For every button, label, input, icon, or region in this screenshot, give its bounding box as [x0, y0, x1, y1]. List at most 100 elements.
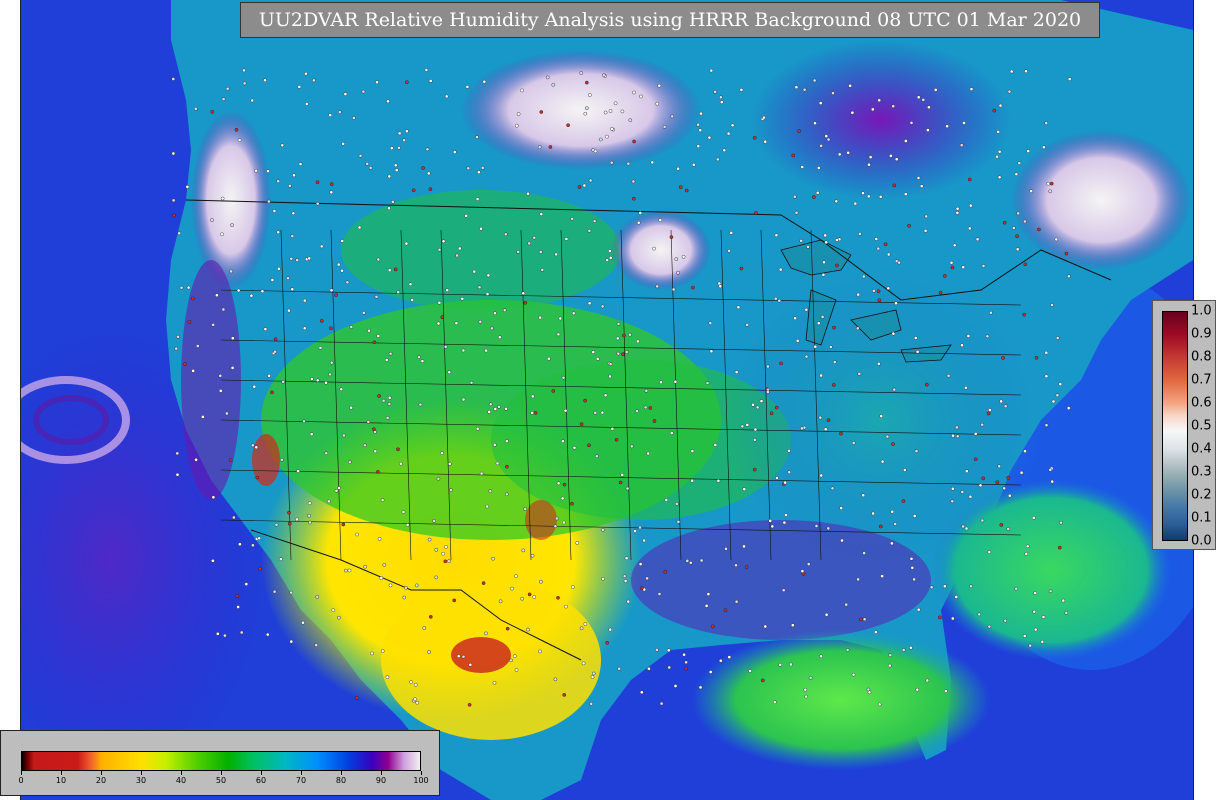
station-dot — [745, 423, 750, 427]
station-dot — [960, 343, 964, 348]
station-dot — [505, 626, 510, 631]
station-dot — [191, 369, 195, 373]
station-dot — [610, 127, 614, 131]
station-dot — [826, 418, 831, 423]
station-dot — [171, 77, 176, 81]
station-dot — [251, 543, 255, 548]
station-dot — [428, 79, 433, 83]
station-dot — [379, 576, 384, 580]
station-dot — [969, 203, 973, 208]
station-dot — [562, 482, 567, 487]
increment-tick-label: 0.3 — [1191, 464, 1212, 480]
station-dot — [255, 475, 260, 480]
station-dot — [845, 648, 850, 652]
increment-tick-label: 0.1 — [1191, 510, 1212, 526]
station-dot — [312, 78, 316, 83]
station-dot — [295, 258, 300, 262]
station-dot — [1012, 226, 1016, 230]
station-dot — [851, 672, 856, 677]
station-dot — [817, 166, 821, 170]
station-dot — [909, 121, 914, 125]
station-dot — [1055, 336, 1060, 340]
station-dot — [556, 596, 560, 600]
station-dot — [684, 660, 688, 665]
station-dot — [380, 649, 385, 653]
station-dot — [327, 499, 331, 504]
station-dot — [635, 409, 639, 413]
station-dot — [1006, 527, 1011, 531]
station-dot — [951, 486, 955, 491]
station-dot — [739, 266, 744, 271]
station-dot — [440, 315, 445, 320]
station-dot — [176, 334, 180, 339]
station-dot — [347, 460, 352, 465]
station-dot — [1022, 634, 1027, 638]
station-dot — [334, 293, 338, 297]
station-dot — [441, 551, 446, 556]
station-dot — [397, 131, 402, 136]
station-dot — [987, 624, 992, 629]
station-dot — [477, 285, 482, 290]
station-dot — [689, 561, 693, 565]
station-dot — [946, 373, 951, 378]
station-dot — [1025, 544, 1030, 549]
station-dot — [674, 257, 679, 261]
station-dot — [789, 662, 793, 667]
station-dot — [727, 249, 731, 253]
station-dot — [848, 84, 852, 88]
station-dot — [709, 68, 714, 73]
station-dot — [436, 321, 441, 326]
station-dot — [315, 180, 320, 185]
station-dot — [613, 101, 618, 106]
station-dot — [315, 595, 320, 599]
station-dot — [341, 141, 345, 146]
station-dot — [171, 151, 176, 156]
increment-tick-label: 0.6 — [1191, 395, 1212, 411]
station-dot — [952, 243, 957, 248]
station-dot — [509, 658, 513, 663]
station-dot — [492, 443, 497, 447]
station-dot — [443, 344, 448, 349]
station-dot — [744, 565, 749, 569]
station-dot — [893, 522, 898, 526]
station-dot — [579, 71, 584, 75]
station-dot — [664, 498, 669, 502]
station-dot — [302, 419, 306, 424]
station-dot — [891, 442, 895, 446]
atlantic-green-zone — [931, 480, 1171, 660]
station-dot — [1050, 303, 1054, 307]
station-dot — [444, 94, 449, 99]
station-dot — [472, 269, 477, 274]
station-dot — [411, 188, 416, 193]
station-dot — [632, 90, 636, 95]
station-dot — [844, 602, 849, 607]
station-dot — [921, 98, 926, 102]
station-dot — [583, 111, 588, 116]
station-dot — [422, 626, 427, 630]
station-dot — [481, 581, 486, 585]
station-dot — [277, 266, 281, 271]
station-dot — [304, 102, 309, 106]
station-dot — [1067, 274, 1071, 279]
station-dot — [670, 114, 675, 119]
station-dot — [413, 683, 418, 687]
station-dot — [876, 246, 881, 251]
station-dot — [309, 432, 314, 437]
station-dot — [886, 286, 891, 291]
station-dot — [888, 653, 893, 658]
station-dot — [440, 451, 444, 455]
station-dot — [341, 522, 346, 527]
station-dot — [800, 426, 804, 431]
station-dot — [556, 481, 561, 486]
station-dot — [832, 383, 836, 387]
station-dot — [504, 492, 509, 497]
station-dot — [287, 521, 292, 526]
station-dot — [822, 260, 826, 265]
station-dot — [410, 298, 414, 302]
station-dot — [804, 307, 809, 312]
station-dot — [676, 270, 680, 275]
station-dot — [388, 351, 393, 356]
station-dot — [592, 219, 597, 223]
station-dot — [490, 326, 494, 331]
rh-tick-label: 50 — [215, 776, 227, 785]
